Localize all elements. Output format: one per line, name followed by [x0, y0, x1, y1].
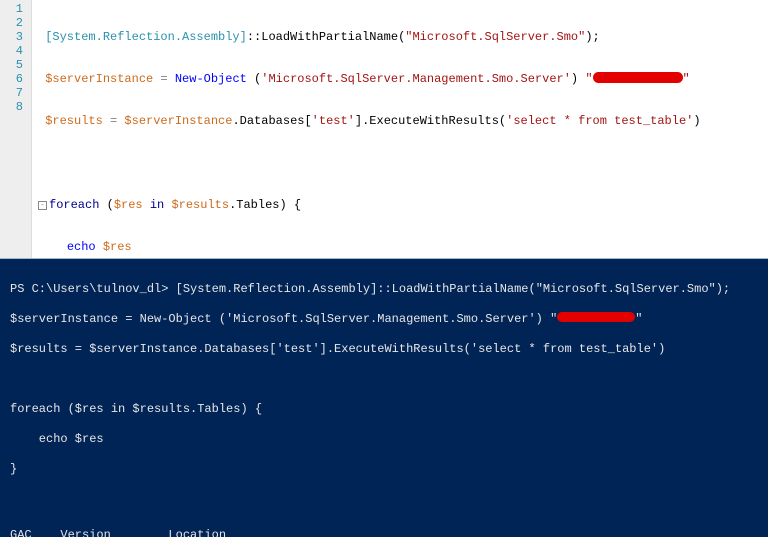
terminal-line: foreach ($res in $results.Tables) { [10, 402, 758, 417]
code-line-2[interactable]: $serverInstance = New-Object ('Microsoft… [38, 72, 768, 86]
line-number: 2 [2, 16, 23, 30]
code-editor[interactable]: 1 2 3 4 5 6 7 8 [System.Reflection.Assem… [0, 0, 768, 258]
terminal-line: $serverInstance = New-Object ('Microsoft… [10, 312, 758, 327]
code-line-6[interactable]: echo $res [38, 240, 768, 254]
line-number: 1 [2, 2, 23, 16]
redacted-server-name [593, 72, 683, 83]
code-area[interactable]: [System.Reflection.Assembly]::LoadWithPa… [32, 0, 768, 258]
terminal-blank [10, 372, 758, 387]
line-number: 6 [2, 72, 23, 86]
code-line-3[interactable]: $results = $serverInstance.Databases['te… [38, 114, 768, 128]
line-number: 3 [2, 30, 23, 44]
line-number: 4 [2, 44, 23, 58]
terminal-line: PS C:\Users\tulnov_dl> [System.Reflectio… [10, 282, 758, 297]
terminal-blank [10, 498, 758, 513]
line-number: 5 [2, 58, 23, 72]
output-table-header: GAC Version Location [10, 528, 758, 537]
terminal-line: } [10, 462, 758, 477]
fold-minus-icon[interactable]: - [38, 201, 47, 210]
powershell-terminal[interactable]: PS C:\Users\tulnov_dl> [System.Reflectio… [0, 258, 768, 537]
terminal-line: echo $res [10, 432, 758, 447]
code-line-1[interactable]: [System.Reflection.Assembly]::LoadWithPa… [38, 30, 768, 44]
code-line-4[interactable] [38, 156, 768, 170]
code-line-5[interactable]: -foreach ($res in $results.Tables) { [38, 198, 768, 212]
prompt: PS C:\Users\tulnov_dl> [10, 282, 176, 296]
line-number: 8 [2, 100, 23, 114]
line-number-gutter: 1 2 3 4 5 6 7 8 [0, 0, 32, 258]
terminal-line: $results = $serverInstance.Databases['te… [10, 342, 758, 357]
line-number: 7 [2, 86, 23, 100]
redacted-server-name [557, 312, 635, 322]
